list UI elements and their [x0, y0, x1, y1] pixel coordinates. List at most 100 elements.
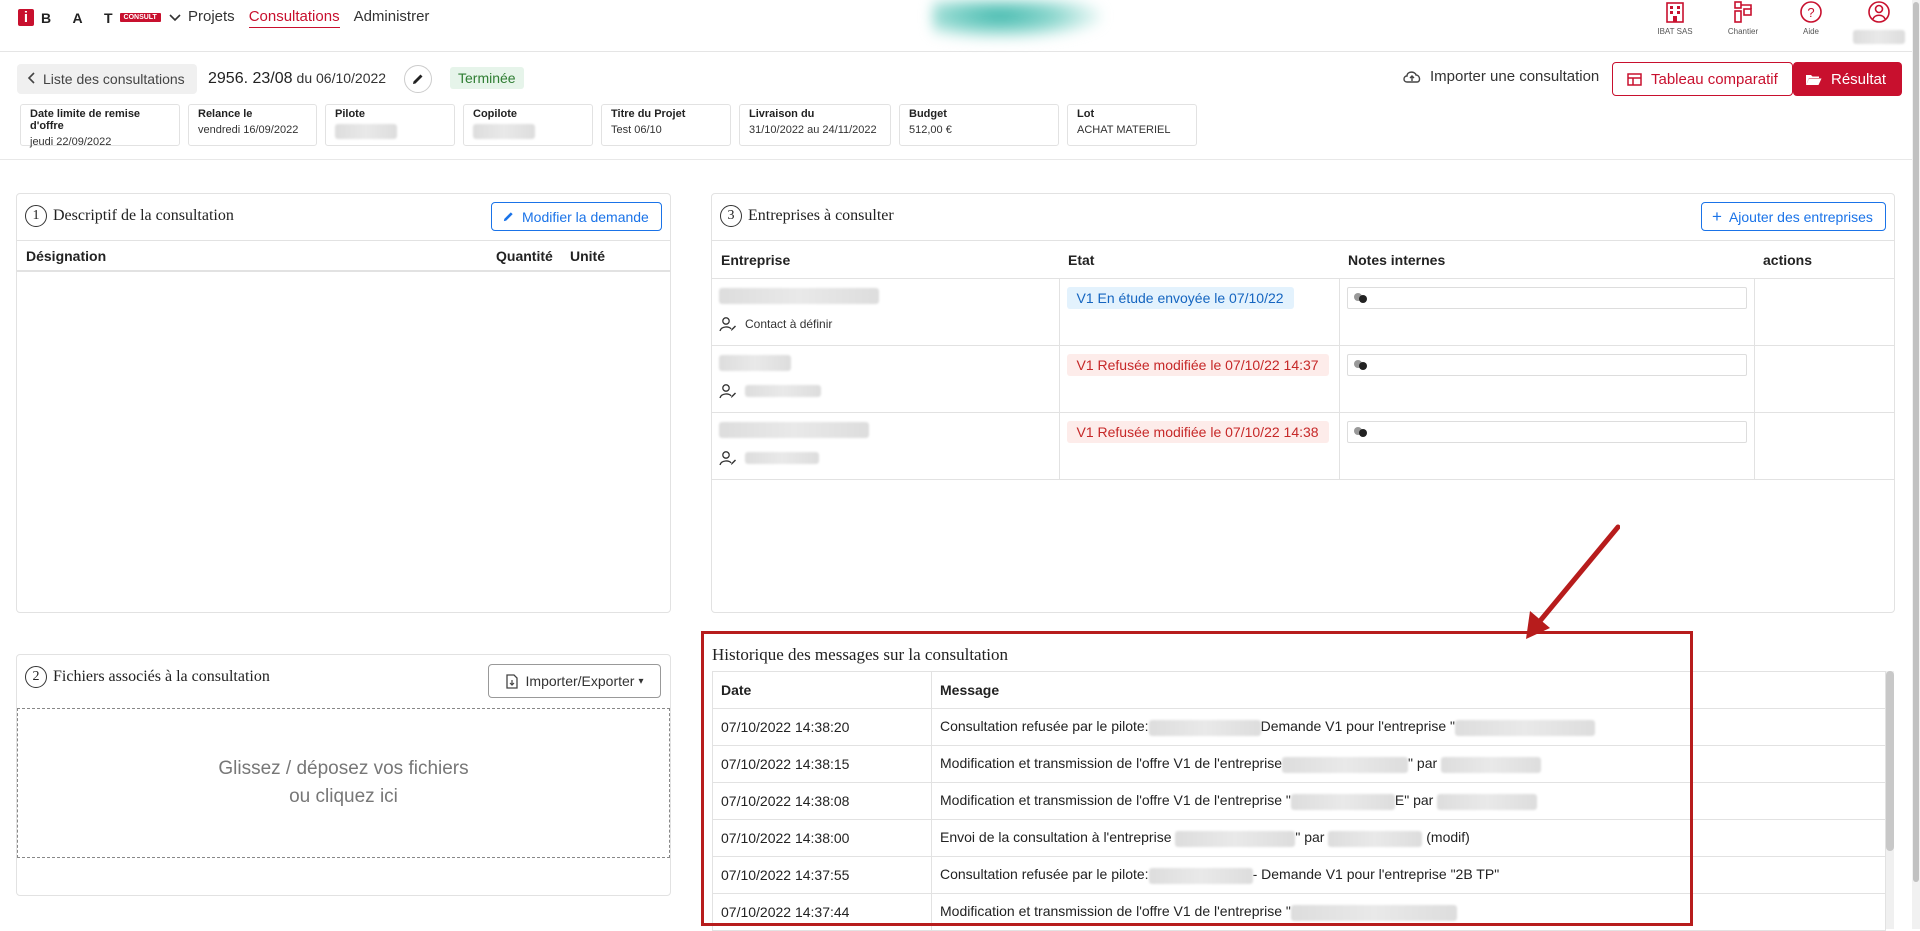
notes-cell [1338, 412, 1755, 480]
meta-value [473, 124, 583, 139]
pencil-icon [413, 74, 423, 84]
file-dropzone[interactable]: Glissez / déposez vos fichiers ou clique… [17, 708, 670, 858]
modifier-demande-button[interactable]: Modifier la demande [491, 202, 662, 231]
table-icon [1627, 72, 1642, 86]
aide-button[interactable]: ? Aide [1790, 0, 1832, 36]
user-edit-icon [719, 383, 736, 398]
notes-input[interactable] [1346, 354, 1747, 376]
etat-badge: V1 En étude envoyée le 07/10/22 [1066, 287, 1294, 309]
meta-label: Relance le [198, 108, 253, 120]
user-name-blurred [1853, 30, 1905, 44]
nav-consultations[interactable]: Consultations [248, 8, 340, 28]
ajouter-entreprises-button[interactable]: + Ajouter des entreprises [1701, 202, 1886, 231]
col-quantite[interactable]: Quantité [496, 248, 553, 264]
copilote-blurred [473, 124, 535, 139]
importer-exporter-button[interactable]: Importer/Exporter ▾ [488, 664, 661, 698]
notes-input[interactable] [1346, 421, 1747, 443]
panel-title-text: Fichiers associés à la consultation [53, 668, 270, 685]
plus-icon: + [1712, 207, 1722, 226]
entreprise-name-blurred[interactable] [719, 421, 869, 438]
entreprises-title: 3 Entreprises à consulter [720, 205, 894, 227]
meta-relance: Relance le vendredi 16/09/2022 [188, 104, 317, 146]
blurred-banner [932, 0, 1102, 40]
import-consultation-button[interactable]: Importer une consultation [1402, 68, 1599, 85]
edit-consultation-button[interactable] [404, 65, 432, 93]
col-notes[interactable]: Notes internes [1339, 240, 1754, 279]
entreprise-cell [712, 412, 1060, 480]
meta-value: vendredi 16/09/2022 [198, 124, 299, 136]
meta-lot: Lot ACHAT MATERIEL [1067, 104, 1197, 146]
pencil-icon [503, 212, 513, 222]
entreprise-name-blurred[interactable] [719, 287, 879, 304]
col-etat[interactable]: Etat [1059, 240, 1339, 279]
contact-name-blurred [745, 451, 819, 464]
contact-row[interactable]: Contact à définir [719, 316, 1052, 332]
logo-letters: B A T [41, 9, 122, 26]
contact-name-blurred [745, 384, 821, 397]
edit-label: Modifier la demande [522, 208, 649, 225]
actions-cell [1753, 345, 1894, 413]
table-header-row: Entreprise Etat Notes internes actions [712, 240, 1894, 279]
col-entreprise[interactable]: Entreprise [712, 240, 1059, 279]
chantier-label: Chantier [1727, 27, 1759, 36]
top-icon-bar: IBAT SAS Chantier ? Aide [1654, 0, 1905, 44]
meta-label: Copilote [473, 108, 517, 120]
nav-administrer[interactable]: Administrer [354, 8, 430, 28]
table-row: V1 Refusée modifiée le 07/10/22 14:38 [712, 412, 1894, 480]
entreprise-name-blurred[interactable] [719, 354, 791, 371]
top-navbar: i B A T CONSULT Projets Consultations Ad… [0, 0, 1920, 52]
aide-label: Aide [1802, 27, 1819, 36]
panel-title-text: Descriptif de la consultation [53, 207, 234, 224]
annotation-highlight-box [701, 631, 1693, 926]
descriptif-title: 1 Descriptif de la consultation [25, 205, 234, 227]
consultation-date: du 06/10/2022 [296, 70, 387, 86]
dropzone-line2: ou cliquez ici [289, 786, 398, 807]
meta-label: Lot [1077, 108, 1095, 120]
chat-icon [1353, 293, 1367, 303]
meta-value: ACHAT MATERIEL [1077, 124, 1171, 136]
back-label: Liste des consultations [43, 71, 185, 87]
add-label: Ajouter des entreprises [1728, 208, 1873, 225]
notes-input[interactable] [1346, 287, 1747, 309]
company-button[interactable]: IBAT SAS [1654, 0, 1696, 36]
page-scrollbar[interactable] [1912, 0, 1920, 929]
meta-value [335, 124, 445, 139]
col-unite[interactable]: Unité [570, 248, 605, 264]
pilote-blurred [335, 124, 397, 139]
user-menu-button[interactable] [1853, 0, 1905, 44]
history-scrollbar[interactable] [1886, 671, 1894, 929]
nav-projets[interactable]: Projets [188, 8, 235, 28]
folder-open-icon [1806, 74, 1822, 85]
app-logo[interactable]: i B A T CONSULT [18, 9, 181, 26]
scrollbar-thumb[interactable] [1886, 671, 1894, 851]
col-designation[interactable]: Désignation [26, 248, 106, 264]
etat-badge: V1 Refusée modifiée le 07/10/22 14:37 [1066, 354, 1329, 376]
meta-label: Pilote [335, 108, 365, 120]
contact-row[interactable] [719, 383, 1052, 399]
meta-value: jeudi 22/09/2022 [30, 136, 112, 148]
meta-label: Livraison du [749, 108, 815, 120]
user-edit-icon [719, 450, 736, 465]
svg-text:?: ? [1807, 5, 1814, 20]
actions-cell [1753, 278, 1894, 346]
annotation-arrow-icon [1526, 524, 1620, 639]
chevron-down-icon[interactable] [169, 11, 181, 25]
scrollbar-thumb[interactable] [1913, 2, 1919, 882]
meta-label: Date limite de remise d'offre [30, 108, 141, 132]
chantier-button[interactable]: Chantier [1722, 0, 1764, 36]
tableau-comparatif-button[interactable]: Tableau comparatif [1612, 62, 1793, 96]
meta-label: Titre du Projet [611, 108, 686, 120]
resultat-button[interactable]: Résultat [1793, 62, 1903, 96]
step-number: 3 [720, 205, 742, 227]
back-to-list-button[interactable]: Liste des consultations [17, 64, 197, 94]
meta-label: Budget [909, 108, 947, 120]
consultation-title: 2956. 23/08 du 06/10/2022 [208, 70, 386, 88]
meta-value: Test 06/10 [611, 124, 662, 136]
import-label: Importer une consultation [1430, 68, 1600, 85]
step-number: 1 [25, 205, 47, 227]
contact-label: Contact à définir [745, 316, 833, 331]
contact-row[interactable] [719, 450, 1052, 466]
entreprises-table: Entreprise Etat Notes internes actions C… [712, 240, 1894, 480]
entreprise-cell [712, 345, 1060, 413]
building-icon [1666, 2, 1684, 23]
